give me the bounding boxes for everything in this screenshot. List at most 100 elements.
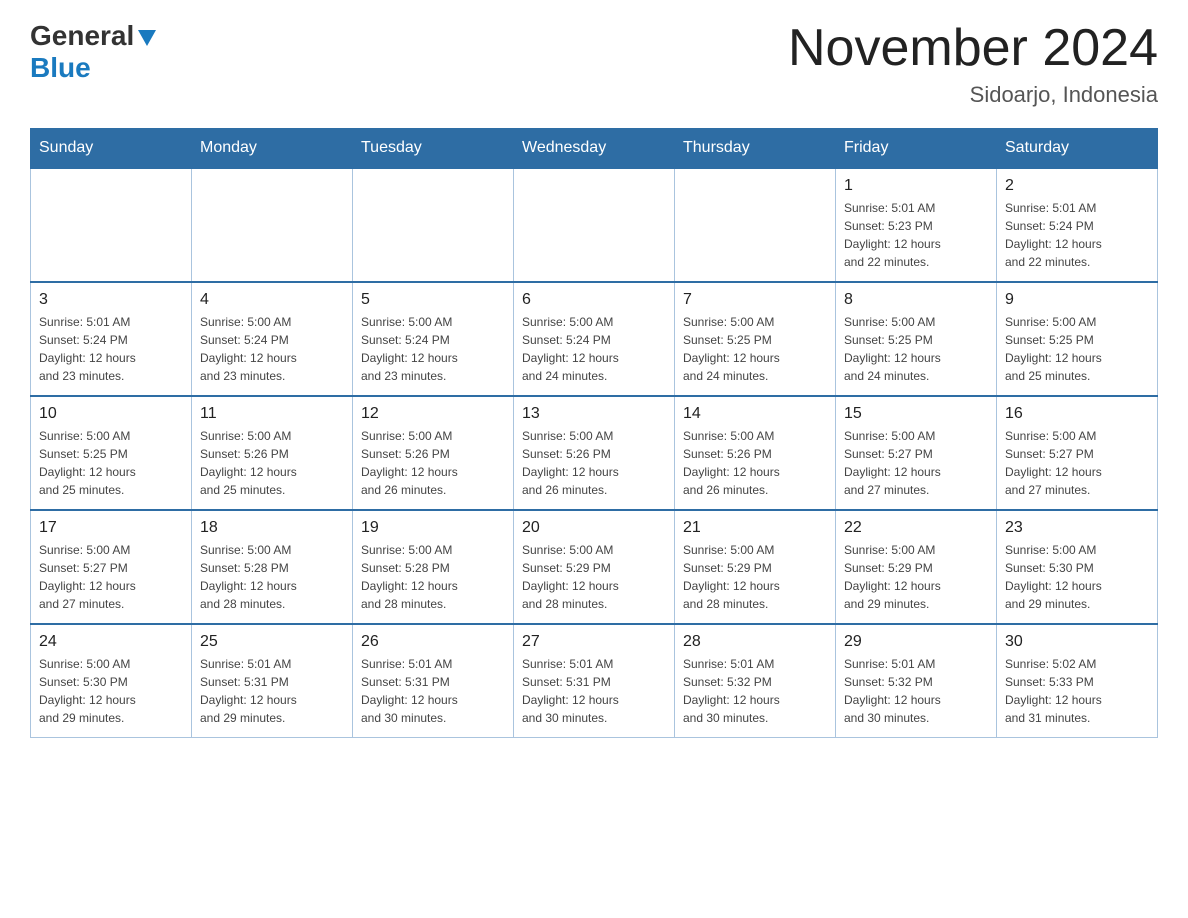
day-info: Sunrise: 5:01 AM Sunset: 5:23 PM Dayligh… <box>844 199 988 271</box>
calendar-cell: 11Sunrise: 5:00 AM Sunset: 5:26 PM Dayli… <box>192 396 353 510</box>
day-number: 28 <box>683 633 827 651</box>
day-info: Sunrise: 5:00 AM Sunset: 5:29 PM Dayligh… <box>844 541 988 613</box>
day-number: 21 <box>683 519 827 537</box>
week-row-3: 10 Sunrise: 5:00 AM Sunset: 5:25 PM Dayli… <box>31 396 1158 510</box>
calendar-cell: 2 Sunrise: 5:01 AM Sunset: 5:24 PM Daylig… <box>997 168 1158 282</box>
column-header-monday: Monday <box>192 129 353 169</box>
day-number: 3 <box>39 291 183 309</box>
day-info: Sunrise: 5:01 AM Sunset: 5:31 PM Dayligh… <box>522 655 666 727</box>
logo-triangle-icon <box>136 26 158 48</box>
day-info: Sunrise: 5:00 AM Sunset: 5:27 PM Dayligh… <box>39 541 183 613</box>
day-info: Sunrise: 5:00 AM Sunset: 5:24 PM Dayligh… <box>361 313 505 385</box>
day-info: Sunrise: 5:00 AM Sunset: 5:28 PM Dayligh… <box>200 541 344 613</box>
day-info: Sunrise: 5:00 AM Sunset: 5:24 PM Dayligh… <box>522 313 666 385</box>
day-number: 1 <box>844 177 988 195</box>
day-number: 5 <box>361 291 505 309</box>
day-number: 22 <box>844 519 988 537</box>
day-info: Sunrise: 5:00 AM Sunset: 5:27 PM Dayligh… <box>844 427 988 499</box>
day-number: 14 <box>683 405 827 423</box>
day-info: Sunrise: 5:00 AM Sunset: 5:26 PM Dayligh… <box>200 427 344 499</box>
day-number: 6 <box>522 291 666 309</box>
column-header-tuesday: Tuesday <box>353 129 514 169</box>
day-info: Sunrise: 5:00 AM Sunset: 5:24 PM Dayligh… <box>200 313 344 385</box>
calendar-cell: 30Sunrise: 5:02 AM Sunset: 5:33 PM Dayli… <box>997 624 1158 738</box>
day-number: 27 <box>522 633 666 651</box>
day-number: 10 <box>39 405 183 423</box>
day-info: Sunrise: 5:00 AM Sunset: 5:29 PM Dayligh… <box>683 541 827 613</box>
calendar-cell: 3 Sunrise: 5:01 AM Sunset: 5:24 PM Daylig… <box>31 282 192 396</box>
calendar-table: SundayMondayTuesdayWednesdayThursdayFrid… <box>30 128 1158 738</box>
column-header-friday: Friday <box>836 129 997 169</box>
day-number: 23 <box>1005 519 1149 537</box>
month-title: November 2024 <box>788 20 1158 77</box>
calendar-cell: 28 Sunrise: 5:01 AM Sunset: 5:32 PM Dayli… <box>675 624 836 738</box>
day-number: 24 <box>39 633 183 651</box>
day-number: 7 <box>683 291 827 309</box>
calendar-cell: 27 Sunrise: 5:01 AM Sunset: 5:31 PM Dayli… <box>514 624 675 738</box>
day-info: Sunrise: 5:00 AM Sunset: 5:26 PM Dayligh… <box>522 427 666 499</box>
calendar-cell: 24 Sunrise: 5:00 AM Sunset: 5:30 PM Dayli… <box>31 624 192 738</box>
calendar-cell <box>192 168 353 282</box>
calendar-cell: 10 Sunrise: 5:00 AM Sunset: 5:25 PM Dayli… <box>31 396 192 510</box>
day-info: Sunrise: 5:01 AM Sunset: 5:32 PM Dayligh… <box>683 655 827 727</box>
day-number: 29 <box>844 633 988 651</box>
day-info: Sunrise: 5:01 AM Sunset: 5:32 PM Dayligh… <box>844 655 988 727</box>
day-info: Sunrise: 5:00 AM Sunset: 5:30 PM Dayligh… <box>39 655 183 727</box>
calendar-cell: 19Sunrise: 5:00 AM Sunset: 5:28 PM Dayli… <box>353 510 514 624</box>
day-info: Sunrise: 5:00 AM Sunset: 5:25 PM Dayligh… <box>39 427 183 499</box>
calendar-cell: 14 Sunrise: 5:00 AM Sunset: 5:26 PM Dayli… <box>675 396 836 510</box>
day-number: 4 <box>200 291 344 309</box>
logo-general-text: General <box>30 20 134 52</box>
week-row-5: 24 Sunrise: 5:00 AM Sunset: 5:30 PM Dayli… <box>31 624 1158 738</box>
logo: General Blue <box>30 20 158 84</box>
day-number: 13 <box>522 405 666 423</box>
day-info: Sunrise: 5:01 AM Sunset: 5:31 PM Dayligh… <box>361 655 505 727</box>
calendar-cell: 13 Sunrise: 5:00 AM Sunset: 5:26 PM Dayli… <box>514 396 675 510</box>
week-row-1: 1 Sunrise: 5:01 AM Sunset: 5:23 PM Daylig… <box>31 168 1158 282</box>
day-info: Sunrise: 5:00 AM Sunset: 5:30 PM Dayligh… <box>1005 541 1149 613</box>
day-number: 19 <box>361 519 505 537</box>
calendar-cell: 9 Sunrise: 5:00 AM Sunset: 5:25 PM Daylig… <box>997 282 1158 396</box>
day-info: Sunrise: 5:00 AM Sunset: 5:26 PM Dayligh… <box>361 427 505 499</box>
calendar-cell: 25Sunrise: 5:01 AM Sunset: 5:31 PM Dayli… <box>192 624 353 738</box>
column-header-sunday: Sunday <box>31 129 192 169</box>
calendar-cell: 7 Sunrise: 5:00 AM Sunset: 5:25 PM Daylig… <box>675 282 836 396</box>
day-info: Sunrise: 5:01 AM Sunset: 5:31 PM Dayligh… <box>200 655 344 727</box>
day-number: 17 <box>39 519 183 537</box>
calendar-cell: 20 Sunrise: 5:00 AM Sunset: 5:29 PM Dayli… <box>514 510 675 624</box>
day-info: Sunrise: 5:00 AM Sunset: 5:25 PM Dayligh… <box>844 313 988 385</box>
day-info: Sunrise: 5:01 AM Sunset: 5:24 PM Dayligh… <box>39 313 183 385</box>
column-header-wednesday: Wednesday <box>514 129 675 169</box>
calendar-cell: 1 Sunrise: 5:01 AM Sunset: 5:23 PM Daylig… <box>836 168 997 282</box>
logo-blue-text: Blue <box>30 52 91 83</box>
day-info: Sunrise: 5:00 AM Sunset: 5:29 PM Dayligh… <box>522 541 666 613</box>
calendar-cell: 18Sunrise: 5:00 AM Sunset: 5:28 PM Dayli… <box>192 510 353 624</box>
day-info: Sunrise: 5:01 AM Sunset: 5:24 PM Dayligh… <box>1005 199 1149 271</box>
calendar-cell <box>31 168 192 282</box>
day-number: 30 <box>1005 633 1149 651</box>
day-number: 20 <box>522 519 666 537</box>
day-info: Sunrise: 5:00 AM Sunset: 5:25 PM Dayligh… <box>1005 313 1149 385</box>
day-number: 2 <box>1005 177 1149 195</box>
column-header-saturday: Saturday <box>997 129 1158 169</box>
day-info: Sunrise: 5:00 AM Sunset: 5:25 PM Dayligh… <box>683 313 827 385</box>
title-section: November 2024 Sidoarjo, Indonesia <box>788 20 1158 108</box>
day-number: 12 <box>361 405 505 423</box>
calendar-cell: 26Sunrise: 5:01 AM Sunset: 5:31 PM Dayli… <box>353 624 514 738</box>
calendar-cell: 29 Sunrise: 5:01 AM Sunset: 5:32 PM Dayli… <box>836 624 997 738</box>
calendar-cell: 6 Sunrise: 5:00 AM Sunset: 5:24 PM Daylig… <box>514 282 675 396</box>
day-number: 9 <box>1005 291 1149 309</box>
day-number: 15 <box>844 405 988 423</box>
day-number: 16 <box>1005 405 1149 423</box>
calendar-cell: 21 Sunrise: 5:00 AM Sunset: 5:29 PM Dayli… <box>675 510 836 624</box>
day-info: Sunrise: 5:00 AM Sunset: 5:26 PM Dayligh… <box>683 427 827 499</box>
calendar-cell: 4 Sunrise: 5:00 AM Sunset: 5:24 PM Daylig… <box>192 282 353 396</box>
calendar-cell <box>353 168 514 282</box>
page-header: General Blue November 2024 Sidoarjo, Ind… <box>30 20 1158 108</box>
day-info: Sunrise: 5:00 AM Sunset: 5:27 PM Dayligh… <box>1005 427 1149 499</box>
calendar-cell: 22 Sunrise: 5:00 AM Sunset: 5:29 PM Dayli… <box>836 510 997 624</box>
calendar-cell <box>675 168 836 282</box>
calendar-cell: 16 Sunrise: 5:00 AM Sunset: 5:27 PM Dayli… <box>997 396 1158 510</box>
calendar-cell: 15 Sunrise: 5:00 AM Sunset: 5:27 PM Dayli… <box>836 396 997 510</box>
calendar-cell: 23 Sunrise: 5:00 AM Sunset: 5:30 PM Dayli… <box>997 510 1158 624</box>
